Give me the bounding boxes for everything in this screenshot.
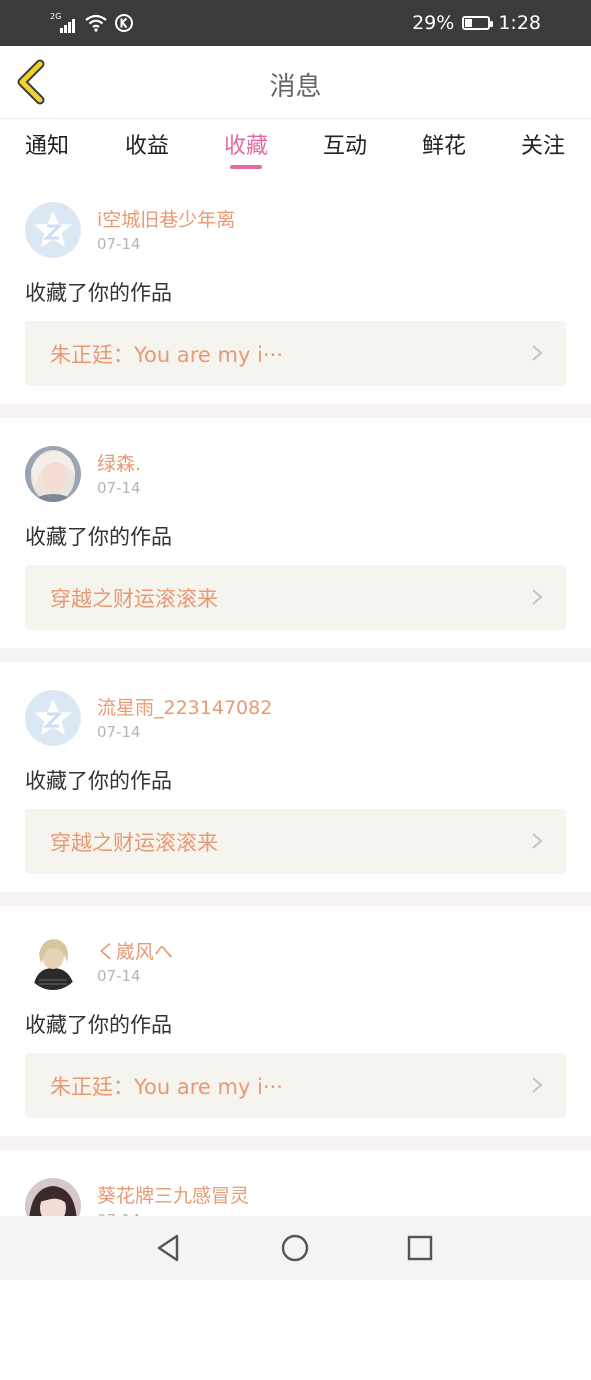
work-title: 穿越之财运滚滚来 bbox=[50, 831, 218, 855]
work-title: 穿越之财运滚滚来 bbox=[50, 587, 218, 611]
tab-follow[interactable]: 关注 bbox=[498, 128, 588, 160]
chevron-right-icon bbox=[532, 833, 543, 849]
tab-notice[interactable]: 通知 bbox=[2, 128, 92, 160]
action-text: 收藏了你的作品 bbox=[25, 769, 172, 793]
clock: 1:28 bbox=[498, 12, 541, 34]
work-link[interactable]: 朱正廷：You are my i··· bbox=[25, 1053, 566, 1118]
chevron-right-icon bbox=[532, 1077, 543, 1093]
avatar[interactable] bbox=[25, 690, 81, 746]
username[interactable]: 葵花牌三九感冒灵 bbox=[97, 1181, 249, 1208]
app-header: 消息 bbox=[0, 46, 591, 119]
list-item: く崴风へ 07-14 收藏了你的作品 朱正廷：You are my i··· bbox=[0, 906, 591, 1136]
battery-icon bbox=[462, 16, 494, 30]
user-photo-blonde bbox=[25, 446, 81, 502]
status-left: 2G bbox=[50, 12, 134, 34]
default-avatar-icon bbox=[25, 202, 81, 258]
username[interactable]: i空城旧巷少年离 bbox=[97, 205, 235, 232]
network-type: 2G bbox=[50, 12, 62, 21]
date: 07-14 bbox=[97, 479, 141, 497]
tab-bar: 通知 收益 收藏 互动 鲜花 关注 bbox=[0, 118, 591, 174]
username[interactable]: 流星雨_223147082 bbox=[97, 693, 272, 720]
work-title: 朱正廷：You are my i··· bbox=[50, 1075, 283, 1099]
battery-level bbox=[465, 19, 472, 27]
system-nav-bar bbox=[0, 1216, 591, 1280]
action-text: 收藏了你的作品 bbox=[25, 525, 172, 549]
date: 07-14 bbox=[97, 967, 141, 985]
chevron-right-icon bbox=[532, 345, 543, 361]
work-link[interactable]: 朱正廷：You are my i··· bbox=[25, 321, 566, 386]
page-title: 消息 bbox=[269, 72, 322, 102]
recents-square-icon[interactable] bbox=[402, 1230, 438, 1266]
cell-signal-icon: 2G bbox=[50, 13, 78, 33]
work-link[interactable]: 穿越之财运滚滚来 bbox=[25, 565, 566, 630]
action-text: 收藏了你的作品 bbox=[25, 1013, 172, 1037]
date: 07-14 bbox=[97, 235, 141, 253]
tab-interaction[interactable]: 互动 bbox=[300, 128, 390, 160]
username[interactable]: く崴风へ bbox=[97, 937, 173, 964]
k-badge-icon bbox=[115, 14, 133, 32]
tab-flowers[interactable]: 鲜花 bbox=[399, 128, 489, 160]
date: 07-14 bbox=[97, 723, 141, 741]
work-link[interactable]: 穿越之财运滚滚来 bbox=[25, 809, 566, 874]
active-tab-indicator bbox=[230, 165, 262, 169]
divider bbox=[0, 404, 591, 418]
message-list: i空城旧巷少年离 07-14 收藏了你的作品 朱正廷：You are my i·… bbox=[0, 174, 591, 1380]
chevron-right-icon bbox=[532, 589, 543, 605]
divider bbox=[0, 648, 591, 662]
divider bbox=[0, 1136, 591, 1150]
list-item: 流星雨_223147082 07-14 收藏了你的作品 穿越之财运滚滚来 bbox=[0, 662, 591, 892]
avatar[interactable] bbox=[25, 202, 81, 258]
tab-favorites[interactable]: 收藏 bbox=[201, 128, 291, 160]
wifi-icon bbox=[85, 14, 107, 32]
user-photo-dark bbox=[25, 934, 81, 990]
avatar[interactable] bbox=[25, 446, 81, 502]
home-circle-icon[interactable] bbox=[277, 1230, 313, 1266]
work-title: 朱正廷：You are my i··· bbox=[50, 343, 283, 367]
back-triangle-icon[interactable] bbox=[151, 1230, 187, 1266]
avatar[interactable] bbox=[25, 934, 81, 990]
list-item: 绿森. 07-14 收藏了你的作品 穿越之财运滚滚来 bbox=[0, 418, 591, 648]
default-avatar-icon bbox=[25, 690, 81, 746]
list-item: i空城旧巷少年离 07-14 收藏了你的作品 朱正廷：You are my i·… bbox=[0, 174, 591, 404]
status-right: 29% 1:28 bbox=[412, 10, 541, 36]
tab-earnings[interactable]: 收益 bbox=[102, 128, 192, 160]
username[interactable]: 绿森. bbox=[97, 449, 141, 476]
divider bbox=[0, 892, 591, 906]
battery-percent: 29% bbox=[412, 12, 455, 34]
action-text: 收藏了你的作品 bbox=[25, 281, 172, 305]
status-bar: 2G 29% 1:28 bbox=[0, 0, 591, 46]
